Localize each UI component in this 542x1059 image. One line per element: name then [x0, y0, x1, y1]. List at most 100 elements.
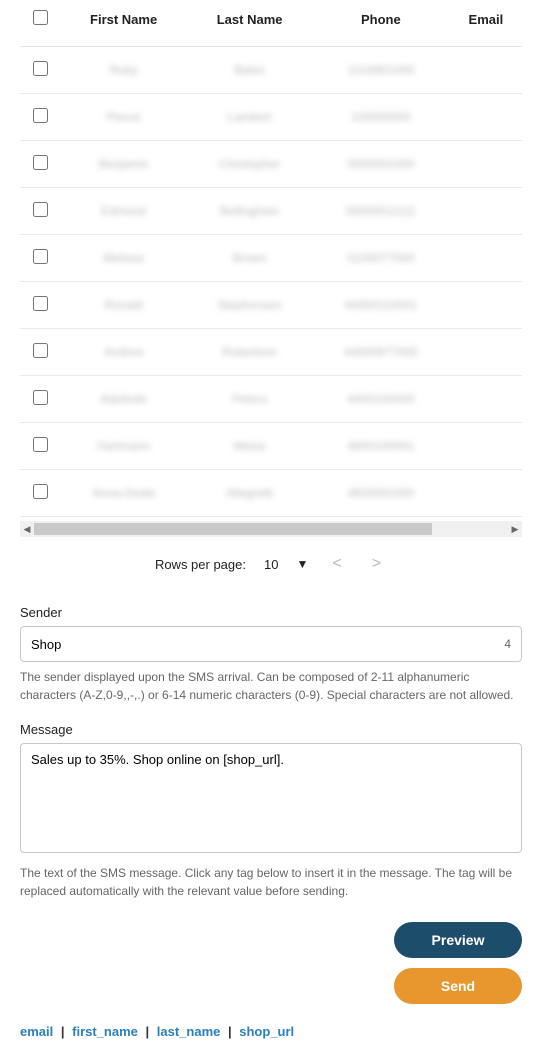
- header-email: Email: [450, 0, 522, 47]
- tag-separator: |: [57, 1024, 69, 1039]
- table-row: BenjaminChristopher0000001000: [20, 141, 522, 188]
- cell-email: [450, 235, 522, 282]
- contacts-table-wrapper: First Name Last Name Phone Email RubyBat…: [20, 0, 522, 517]
- cell-last-name: Bellingham: [187, 188, 312, 235]
- next-page-button[interactable]: >: [366, 555, 387, 573]
- sender-char-count: 4: [504, 637, 511, 651]
- cell-phone: 44000110001: [312, 282, 450, 329]
- table-pager: Rows per page: 10 ▼ < >: [20, 537, 522, 587]
- row-checkbox-cell: [20, 329, 60, 376]
- tag-separator: |: [224, 1024, 236, 1039]
- prev-page-button[interactable]: <: [326, 555, 347, 573]
- row-checkbox-cell: [20, 141, 60, 188]
- row-checkbox[interactable]: [33, 61, 48, 76]
- table-row: PierceLambert100000000: [20, 94, 522, 141]
- cell-phone: 4400100000: [312, 376, 450, 423]
- message-help-text: The text of the SMS message. Click any t…: [20, 864, 522, 900]
- row-checkbox-cell: [20, 188, 60, 235]
- header-first-name: First Name: [60, 0, 187, 47]
- row-checkbox-cell: [20, 235, 60, 282]
- cell-phone: 100000000: [312, 94, 450, 141]
- message-textarea[interactable]: [20, 743, 522, 853]
- cell-last-name: Stephensen: [187, 282, 312, 329]
- cell-email: [450, 47, 522, 94]
- row-checkbox[interactable]: [33, 343, 48, 358]
- cell-phone: 1019901000: [312, 47, 450, 94]
- header-phone: Phone: [312, 0, 450, 47]
- table-row: HartmannWeiss4600100001: [20, 423, 522, 470]
- cell-email: [450, 282, 522, 329]
- row-checkbox[interactable]: [33, 437, 48, 452]
- select-all-checkbox[interactable]: [33, 10, 48, 25]
- row-checkbox-cell: [20, 376, 60, 423]
- cell-last-name: Lambert: [187, 94, 312, 141]
- row-checkbox[interactable]: [33, 108, 48, 123]
- cell-last-name: Peters: [187, 376, 312, 423]
- sender-label: Sender: [20, 605, 522, 620]
- cell-email: [450, 188, 522, 235]
- cell-last-name: Christopher: [187, 141, 312, 188]
- scroll-left-icon[interactable]: ◀: [20, 524, 34, 535]
- send-button[interactable]: Send: [394, 968, 522, 1004]
- cell-first-name: Anna-Giulia: [60, 470, 187, 517]
- horizontal-scrollbar[interactable]: ◀ ▶: [20, 521, 522, 537]
- table-row: RubyBates1019901000: [20, 47, 522, 94]
- row-checkbox[interactable]: [33, 390, 48, 405]
- row-checkbox[interactable]: [33, 484, 48, 499]
- tag-first-name[interactable]: first_name: [72, 1024, 138, 1039]
- cell-first-name: Melissa: [60, 235, 187, 282]
- tag-last-name[interactable]: last_name: [157, 1024, 221, 1039]
- message-section: Message The text of the SMS message. Cli…: [20, 722, 522, 900]
- cell-first-name: Ruby: [60, 47, 187, 94]
- row-checkbox-cell: [20, 94, 60, 141]
- tag-shop-url[interactable]: shop_url: [239, 1024, 294, 1039]
- row-checkbox[interactable]: [33, 296, 48, 311]
- row-checkbox[interactable]: [33, 155, 48, 170]
- cell-phone: 00000011111: [312, 188, 450, 235]
- sender-section: Sender 4 The sender displayed upon the S…: [20, 605, 522, 704]
- row-checkbox[interactable]: [33, 249, 48, 264]
- cell-phone: 0000001000: [312, 141, 450, 188]
- chevron-down-icon[interactable]: ▼: [296, 557, 308, 571]
- tag-email[interactable]: email: [20, 1024, 53, 1039]
- scroll-thumb[interactable]: [34, 523, 432, 535]
- table-row: AndreaRobertson44000977000: [20, 329, 522, 376]
- contacts-table: First Name Last Name Phone Email RubyBat…: [20, 0, 522, 517]
- rows-per-page-label: Rows per page:: [155, 557, 246, 572]
- scroll-track[interactable]: [34, 523, 508, 535]
- cell-phone: 4600100001: [312, 423, 450, 470]
- cell-last-name: Brown: [187, 235, 312, 282]
- cell-email: [450, 376, 522, 423]
- cell-first-name: Edmond: [60, 188, 187, 235]
- cell-last-name: Allegretti: [187, 470, 312, 517]
- table-row: RonaldStephensen44000110001: [20, 282, 522, 329]
- table-row: MelissaBrown0100077000: [20, 235, 522, 282]
- sender-help-text: The sender displayed upon the SMS arriva…: [20, 668, 522, 704]
- cell-first-name: Pierce: [60, 94, 187, 141]
- header-last-name: Last Name: [187, 0, 312, 47]
- table-header-row: First Name Last Name Phone Email: [20, 0, 522, 47]
- action-buttons: Preview Send: [20, 922, 522, 1004]
- cell-first-name: Adelinde: [60, 376, 187, 423]
- cell-phone: 44000977000: [312, 329, 450, 376]
- cell-email: [450, 329, 522, 376]
- cell-last-name: Bates: [187, 47, 312, 94]
- tag-links: email | first_name | last_name | shop_ur…: [20, 1024, 522, 1039]
- cell-last-name: Weiss: [187, 423, 312, 470]
- sender-input[interactable]: [31, 637, 504, 652]
- cell-email: [450, 470, 522, 517]
- cell-first-name: Hartmann: [60, 423, 187, 470]
- cell-email: [450, 94, 522, 141]
- cell-email: [450, 141, 522, 188]
- cell-phone: 4600001000: [312, 470, 450, 517]
- row-checkbox-cell: [20, 282, 60, 329]
- preview-button[interactable]: Preview: [394, 922, 522, 958]
- cell-first-name: Ronald: [60, 282, 187, 329]
- cell-email: [450, 423, 522, 470]
- scroll-right-icon[interactable]: ▶: [508, 524, 522, 535]
- message-label: Message: [20, 722, 522, 737]
- row-checkbox[interactable]: [33, 202, 48, 217]
- row-checkbox-cell: [20, 423, 60, 470]
- sender-input-wrapper: 4: [20, 626, 522, 662]
- table-row: AdelindePeters4400100000: [20, 376, 522, 423]
